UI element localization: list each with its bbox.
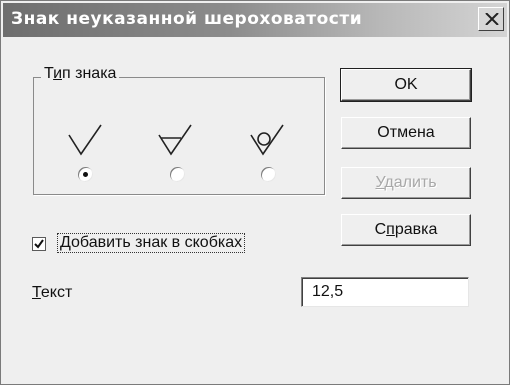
sign-type-radio-check[interactable] bbox=[78, 167, 93, 182]
roughness-circle-icon bbox=[250, 124, 284, 156]
close-icon bbox=[485, 13, 499, 25]
roughness-triangle-icon bbox=[158, 124, 192, 156]
radio-selected-dot bbox=[83, 172, 88, 177]
cancel-button[interactable]: Отмена bbox=[341, 117, 471, 149]
text-field-label: Текст bbox=[32, 284, 73, 301]
roughness-check-icon bbox=[68, 124, 102, 156]
window-title: Знак неуказанной шероховатости bbox=[11, 9, 363, 29]
add-in-brackets-checkbox[interactable] bbox=[32, 237, 46, 251]
sign-type-group-label: Тип знака bbox=[41, 65, 120, 83]
delete-button: Удалить bbox=[341, 167, 471, 199]
sign-type-radio-triangle[interactable] bbox=[170, 167, 185, 182]
roughness-dialog: Знак неуказанной шероховатости Тип знака… bbox=[0, 0, 510, 385]
sign-type-radio-circle[interactable] bbox=[261, 167, 276, 182]
close-button[interactable] bbox=[478, 7, 504, 31]
title-bar[interactable]: Знак неуказанной шероховатости bbox=[3, 3, 507, 37]
ok-button[interactable]: OK bbox=[340, 68, 472, 102]
help-button[interactable]: Справка bbox=[341, 214, 471, 246]
checkmark-icon bbox=[34, 239, 44, 249]
add-in-brackets-label[interactable]: Добавить знак в скобках bbox=[57, 233, 246, 253]
text-input[interactable]: 12,5 bbox=[301, 277, 469, 307]
